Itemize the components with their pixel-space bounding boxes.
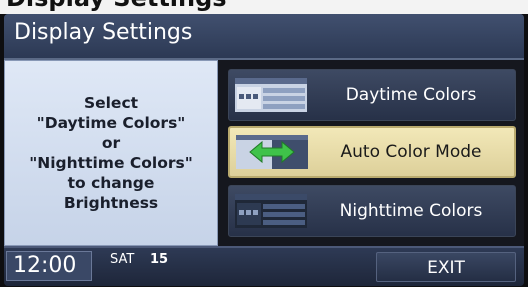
daytime-colors-button[interactable]: Daytime Colors xyxy=(228,69,516,121)
instruction-text: Select "Daytime Colors" or "Nighttime Co… xyxy=(29,94,193,212)
nighttime-screen-icon xyxy=(235,194,307,228)
page-title: Display Settings xyxy=(14,20,193,45)
daytime-colors-label: Daytime Colors xyxy=(345,85,477,105)
daytime-screen-icon xyxy=(235,78,307,112)
auto-color-mode-label: Auto Color Mode xyxy=(340,142,482,162)
title-bar: Display Settings xyxy=(4,14,524,60)
day-label: SAT xyxy=(110,252,135,267)
color-mode-menu: Daytime Colors Auto Color Mode Nighttime… xyxy=(218,60,524,246)
exit-button[interactable]: EXIT xyxy=(376,252,516,282)
auto-color-mode-button[interactable]: Auto Color Mode xyxy=(228,126,516,178)
clock-display[interactable]: 12:00 xyxy=(6,251,92,281)
display-screen: Display Settings Select "Daytime Colors"… xyxy=(4,14,524,286)
nighttime-colors-label: Nighttime Colors xyxy=(339,201,483,221)
instruction-panel: Select "Daytime Colors" or "Nighttime Co… xyxy=(4,60,218,246)
photo-frame: Display Settings Display Settings Select… xyxy=(0,0,528,287)
auto-mode-arrows-icon xyxy=(236,135,308,169)
nighttime-colors-button[interactable]: Nighttime Colors xyxy=(228,185,516,237)
date-label: 15 xyxy=(150,252,169,267)
status-bar: 12:00 SAT 15 EXIT xyxy=(4,246,524,286)
cropped-heading: Display Settings xyxy=(0,0,528,14)
